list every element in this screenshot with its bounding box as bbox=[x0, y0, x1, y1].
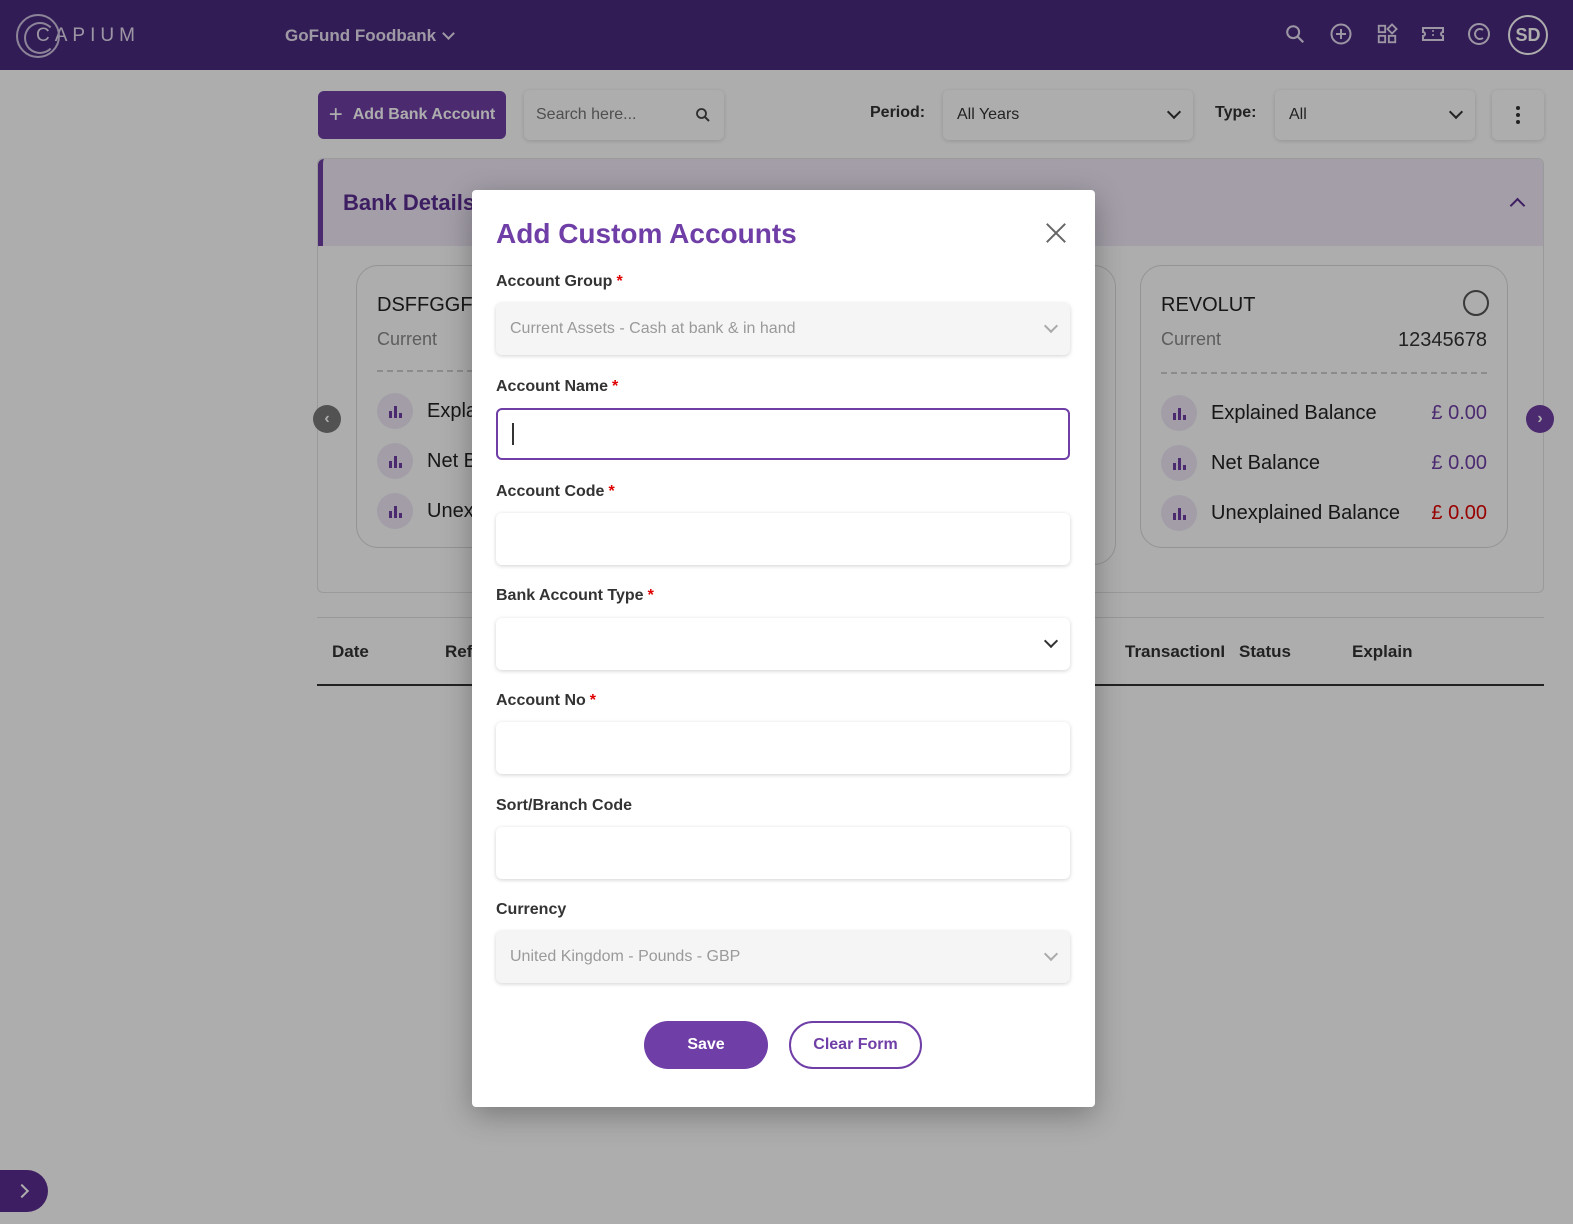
sort-branch-code-label: Sort/Branch Code bbox=[496, 797, 633, 814]
account-no-label-text: Account No bbox=[496, 692, 586, 709]
bank-account-type-label: Bank Account Type * bbox=[496, 587, 654, 605]
account-group-label: Account Group * bbox=[496, 273, 623, 291]
close-icon[interactable] bbox=[1045, 222, 1067, 244]
account-group-select[interactable]: Current Assets - Cash at bank & in hand bbox=[496, 303, 1070, 355]
account-code-label: Account Code * bbox=[496, 483, 615, 501]
sort-branch-code-input[interactable] bbox=[496, 827, 1070, 879]
bank-account-type-label-text: Bank Account Type bbox=[496, 587, 644, 604]
dialog-title: Add Custom Accounts bbox=[496, 218, 797, 249]
chevron-down-icon bbox=[1043, 633, 1059, 649]
currency-value: United Kingdom - Pounds - GBP bbox=[510, 948, 741, 965]
bank-account-type-select[interactable] bbox=[496, 618, 1070, 670]
account-code-label-text: Account Code bbox=[496, 483, 605, 500]
chevron-down-icon bbox=[1043, 318, 1059, 334]
account-code-input[interactable] bbox=[496, 513, 1070, 565]
text-cursor bbox=[512, 423, 514, 445]
account-group-label-text: Account Group bbox=[496, 273, 613, 290]
required-mark: * bbox=[589, 692, 597, 709]
required-mark: * bbox=[612, 378, 619, 395]
required-mark: * bbox=[608, 483, 615, 500]
required-mark: * bbox=[616, 273, 623, 290]
currency-select[interactable]: United Kingdom - Pounds - GBP bbox=[496, 931, 1070, 983]
currency-label: Currency bbox=[496, 901, 567, 918]
account-no-input[interactable] bbox=[496, 722, 1070, 774]
account-name-input[interactable] bbox=[496, 408, 1070, 460]
account-name-label: Account Name * bbox=[496, 378, 618, 396]
account-group-value: Current Assets - Cash at bank & in hand bbox=[510, 320, 796, 337]
account-no-label: Account No * bbox=[496, 692, 596, 710]
save-button[interactable]: Save bbox=[644, 1021, 768, 1069]
account-name-label-text: Account Name bbox=[496, 378, 609, 395]
required-mark: * bbox=[647, 587, 654, 604]
add-custom-accounts-dialog: Add Custom Accounts Account Group * Curre… bbox=[472, 190, 1095, 1107]
clear-form-button[interactable]: Clear Form bbox=[789, 1021, 922, 1069]
chevron-down-icon bbox=[1043, 946, 1059, 962]
